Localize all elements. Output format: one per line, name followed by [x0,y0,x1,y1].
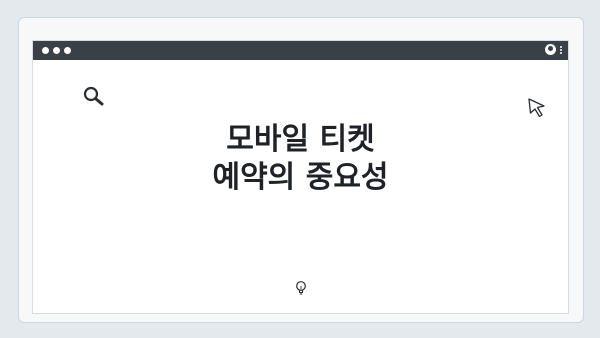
cursor-arrow-icon [528,98,545,118]
title-line-1: 모바일 티켓 [226,122,375,157]
browser-window: 모바일 티켓 예약의 중요성 [32,40,569,314]
search-icon [83,86,104,106]
titlebar-actions [545,44,562,55]
title-line-2: 예약의 중요성 [212,160,389,195]
page-title: 모바일 티켓 예약의 중요성 [33,121,568,197]
minimize-dot[interactable] [53,47,60,54]
lightbulb-icon [296,281,306,295]
canvas: 모바일 티켓 예약의 중요성 [0,0,600,338]
maximize-dot[interactable] [64,47,71,54]
close-dot[interactable] [42,47,49,54]
user-icon[interactable] [545,44,556,55]
kebab-menu-icon[interactable] [560,45,562,54]
window-titlebar [33,41,568,60]
window-controls [42,47,71,54]
